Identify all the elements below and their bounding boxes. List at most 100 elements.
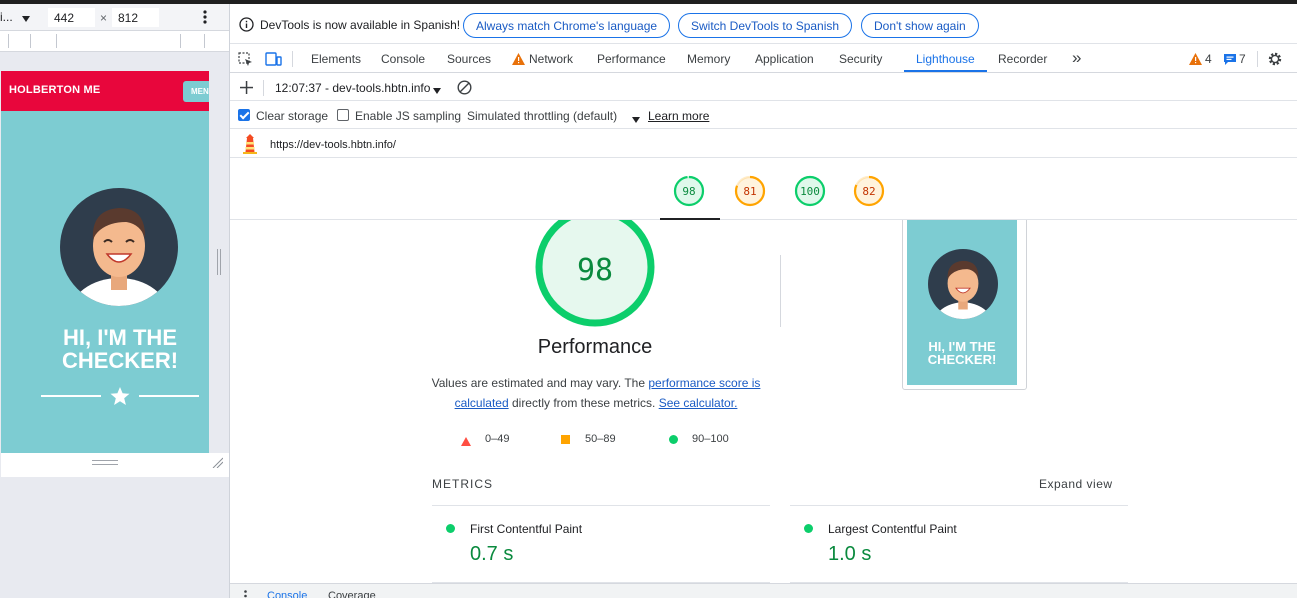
inspect-element-icon[interactable] xyxy=(238,52,253,70)
device-toolbar: i... × xyxy=(0,4,229,31)
report-selector[interactable]: 12:07:37 - dev-tools.hbtn.info xyxy=(275,81,430,95)
expand-view-toggle[interactable]: Expand view xyxy=(1039,477,1113,491)
drawer-menu-icon[interactable] xyxy=(244,589,247,598)
performance-score-gauge: 98 xyxy=(533,220,657,329)
device-emulation-panel: i... × HOLBERTON ME MENU xyxy=(0,4,230,598)
hero-title: HI, I'M THE CHECKER! xyxy=(1,326,209,372)
enable-js-sampling-checkbox[interactable] xyxy=(337,109,349,121)
lighthouse-settings-bar: Clear storage Enable JS sampling Simulat… xyxy=(230,101,1297,129)
language-infobar: DevTools is now available in Spanish! Al… xyxy=(230,4,1297,44)
average-square-icon xyxy=(561,435,570,444)
messages-count[interactable]: 7 xyxy=(1239,52,1246,66)
score-gauge-accessibility[interactable]: 81 xyxy=(734,175,766,207)
tab-security[interactable]: Security xyxy=(839,52,882,66)
infobar-message: DevTools is now available in Spanish! xyxy=(260,18,461,32)
score-gauge-best-practices[interactable]: 100 xyxy=(794,175,826,207)
score-gauge-seo[interactable]: 82 xyxy=(853,175,885,207)
score-value: 82 xyxy=(862,185,875,198)
messages-icon[interactable] xyxy=(1224,54,1236,68)
see-calculator-link[interactable]: See calculator. xyxy=(659,396,738,410)
lcp-value: 1.0 s xyxy=(828,543,872,565)
media-query-ruler xyxy=(0,31,229,52)
hero-divider xyxy=(41,387,199,405)
score-value: 98 xyxy=(682,185,695,198)
report-selector-chevron-icon[interactable] xyxy=(433,83,441,97)
report-url: https://dev-tools.hbtn.info/ xyxy=(270,139,396,151)
drawer-tab-console[interactable]: Console xyxy=(267,590,307,598)
desc-text-1: Values are estimated and may vary. The xyxy=(431,376,649,390)
warning-triangle-icon xyxy=(512,53,525,68)
performance-title: Performance xyxy=(537,336,653,358)
device-preset-select[interactable]: i... xyxy=(0,10,13,24)
info-icon xyxy=(239,17,254,35)
final-screenshot-thumbnail[interactable]: HI, I'M THE CHECKER! xyxy=(902,220,1027,390)
fcp-pass-icon xyxy=(446,524,455,533)
fcp-value: 0.7 s xyxy=(470,543,514,565)
warnings-count[interactable]: 4 xyxy=(1205,52,1212,66)
score-gauge-performance[interactable]: 98 xyxy=(673,175,705,207)
thumbnail-viewport: HI, I'M THE CHECKER! xyxy=(907,220,1017,385)
learn-more-link[interactable]: Learn more xyxy=(648,109,709,123)
site-logo[interactable]: HOLBERTON ME xyxy=(9,84,100,96)
more-tabs-button[interactable]: » xyxy=(1072,48,1081,68)
settings-gear-icon[interactable] xyxy=(1267,51,1283,70)
enable-js-sampling-label[interactable]: Enable JS sampling xyxy=(355,109,461,123)
tab-elements[interactable]: Elements xyxy=(311,52,361,66)
warnings-icon[interactable] xyxy=(1189,53,1202,68)
legend-pass: 90–100 xyxy=(692,433,729,445)
lighthouse-report-toolbar: 12:07:37 - dev-tools.hbtn.info xyxy=(230,74,1297,101)
viewport-resize-handle-bottom[interactable] xyxy=(92,460,118,465)
new-report-plus-icon[interactable] xyxy=(240,81,253,97)
clear-reports-block-icon[interactable] xyxy=(457,80,472,98)
thumbnail-title-line2: CHECKER! xyxy=(927,352,997,367)
device-viewport[interactable]: HOLBERTON ME MENU HI, I'M THE CHECK xyxy=(1,71,209,453)
score-value: 100 xyxy=(800,185,820,198)
site-header: HOLBERTON ME MENU xyxy=(1,71,209,111)
device-height-input[interactable] xyxy=(112,8,159,27)
metrics-heading: METRICS xyxy=(432,477,493,491)
devtools-panel: DevTools is now available in Spanish! Al… xyxy=(230,4,1297,598)
desc-text-2: directly from these metrics. xyxy=(508,396,659,410)
thumbnail-title: HI, I'M THE CHECKER! xyxy=(907,340,1017,366)
tab-recorder[interactable]: Recorder xyxy=(998,52,1047,66)
lighthouse-logo-icon xyxy=(242,134,258,157)
metrics-divider-left xyxy=(432,505,770,506)
performance-description: Values are estimated and may vary. The p… xyxy=(426,373,766,413)
thumbnail-avatar xyxy=(928,249,998,319)
metrics-divider-right xyxy=(790,505,1128,506)
lighthouse-report: 98 Performance Values are estimated and … xyxy=(230,220,1297,583)
more-vert-icon[interactable] xyxy=(203,10,207,27)
tab-sources[interactable]: Sources xyxy=(447,52,491,66)
score-gauges-bar: 98 81 100 82 xyxy=(230,159,1297,220)
tab-network[interactable]: Network xyxy=(529,52,573,66)
dont-show-again-button[interactable]: Don't show again xyxy=(861,13,979,38)
device-toolbar-icon[interactable] xyxy=(265,52,282,70)
bottom-drawer: Console Coverage xyxy=(230,583,1297,598)
device-bottom-bar xyxy=(1,453,229,477)
site-menu-button[interactable]: MENU xyxy=(183,81,209,102)
tab-performance[interactable]: Performance xyxy=(597,52,666,66)
tab-lighthouse[interactable]: Lighthouse xyxy=(916,52,975,66)
legend-fail: 0–49 xyxy=(485,433,510,445)
fail-triangle-icon xyxy=(461,435,471,449)
chevron-down-icon[interactable] xyxy=(22,11,30,25)
tab-memory[interactable]: Memory xyxy=(687,52,730,66)
hero-title-line1: HI, I'M THE xyxy=(62,325,177,350)
device-width-input[interactable] xyxy=(48,8,95,27)
lcp-pass-icon xyxy=(804,524,813,533)
throttling-dropdown-icon[interactable] xyxy=(632,112,640,126)
drawer-tab-coverage[interactable]: Coverage xyxy=(328,590,376,598)
legend-average: 50–89 xyxy=(585,433,616,445)
resize-corner-icon[interactable] xyxy=(211,456,224,469)
tab-application[interactable]: Application xyxy=(755,52,814,66)
pass-circle-icon xyxy=(669,435,678,444)
viewport-resize-handle-right[interactable] xyxy=(217,249,221,275)
switch-to-spanish-button[interactable]: Switch DevTools to Spanish xyxy=(678,13,853,38)
fcp-label: First Contentful Paint xyxy=(470,522,583,536)
always-match-language-button[interactable]: Always match Chrome's language xyxy=(463,13,671,38)
devtools-tabbar: Elements Console Sources Network Perform… xyxy=(230,45,1297,73)
clear-storage-checkbox[interactable] xyxy=(238,109,250,121)
tab-console[interactable]: Console xyxy=(381,52,425,66)
report-divider xyxy=(780,255,781,327)
clear-storage-label[interactable]: Clear storage xyxy=(256,109,328,123)
